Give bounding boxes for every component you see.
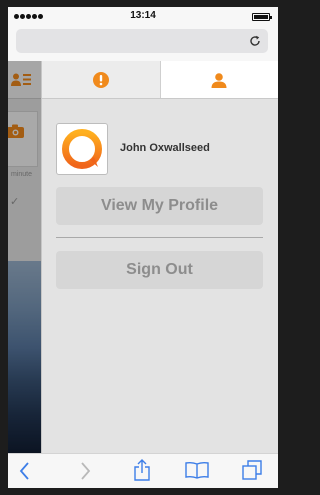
device-screen: 13:14 minute ✓ John Oxwallseed View My P… bbox=[8, 7, 278, 488]
oxwall-logo-icon bbox=[62, 129, 102, 169]
browser-toolbar bbox=[8, 453, 278, 488]
divider bbox=[56, 237, 263, 238]
side-menu: John Oxwallseed View My Profile Sign Out bbox=[41, 61, 278, 453]
tab-notifications[interactable] bbox=[42, 61, 161, 98]
back-icon[interactable] bbox=[18, 462, 32, 480]
status-time: 13:14 bbox=[130, 10, 156, 21]
forward-icon[interactable] bbox=[78, 462, 92, 480]
share-icon[interactable] bbox=[132, 459, 152, 481]
avatar[interactable] bbox=[56, 123, 108, 175]
status-bar: 13:14 bbox=[8, 7, 278, 27]
bookmarks-icon[interactable] bbox=[185, 461, 209, 479]
battery-icon bbox=[252, 13, 272, 21]
view-profile-button[interactable]: View My Profile bbox=[56, 187, 263, 225]
overlay-dim[interactable] bbox=[8, 61, 41, 453]
address-bar[interactable] bbox=[16, 29, 268, 53]
user-name[interactable]: John Oxwallseed bbox=[120, 142, 210, 154]
tabs-icon[interactable] bbox=[242, 460, 262, 480]
exclamation-icon bbox=[92, 71, 109, 88]
sign-out-button[interactable]: Sign Out bbox=[56, 251, 263, 289]
browser-header bbox=[8, 27, 278, 61]
reload-icon[interactable] bbox=[248, 34, 262, 48]
user-icon bbox=[211, 72, 227, 88]
tab-profile[interactable] bbox=[160, 61, 278, 98]
menu-tabs bbox=[42, 61, 278, 99]
